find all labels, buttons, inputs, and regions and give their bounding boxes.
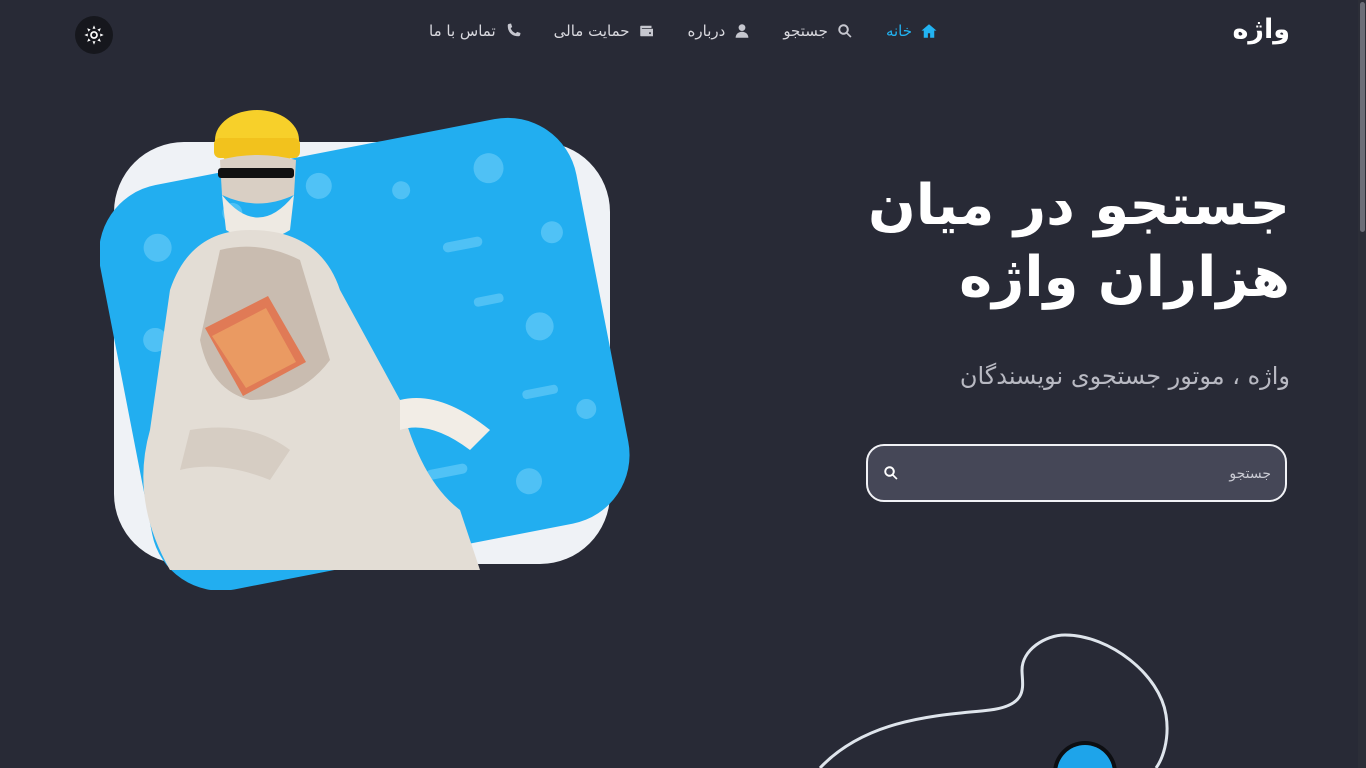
hero-search-box [866, 444, 1287, 502]
nav-item-about-label: درباره [687, 22, 726, 40]
hero-title: جستجو در میان هزاران واژه [868, 173, 1290, 310]
theme-toggle-button[interactable] [75, 16, 113, 54]
phone-icon [507, 23, 521, 37]
decorative-blob [818, 633, 1169, 768]
hero-subtitle: واژه ، موتور جستجوی نویسندگان [959, 362, 1290, 390]
nav-item-home[interactable]: خانه [886, 22, 938, 40]
brand-logo[interactable]: واژه [1232, 14, 1290, 45]
nav-item-donate-label: حمایت مالی [553, 22, 630, 40]
nav-item-contact-label: تماس با ما [429, 22, 496, 40]
nav-item-donate[interactable]: حمایت مالی [554, 22, 656, 40]
nav-item-search[interactable]: جستجو [783, 22, 854, 40]
hero-illustration [100, 110, 630, 590]
search-icon [838, 24, 852, 38]
home-icon [921, 24, 937, 38]
top-navbar: واژه خانه جستجو درباره حمایت مالی تماس ب… [0, 0, 1366, 70]
hero-search-input[interactable] [939, 458, 1273, 490]
wallet-icon [639, 25, 653, 37]
search-icon [884, 466, 898, 480]
hero-search-button[interactable] [882, 464, 904, 486]
nav-item-about[interactable]: درباره [688, 22, 752, 40]
page-scrollbar[interactable] [1358, 0, 1366, 768]
nav-item-home-label: خانه [885, 22, 912, 40]
nav-item-search-label: جستجو [783, 22, 828, 40]
nav-item-contact[interactable]: تماس با ما [429, 22, 522, 40]
scrollbar-thumb[interactable] [1360, 2, 1365, 232]
sun-icon [84, 25, 104, 45]
nav-links: خانه جستجو درباره حمایت مالی تماس با ما [429, 22, 938, 40]
user-icon [735, 24, 749, 38]
